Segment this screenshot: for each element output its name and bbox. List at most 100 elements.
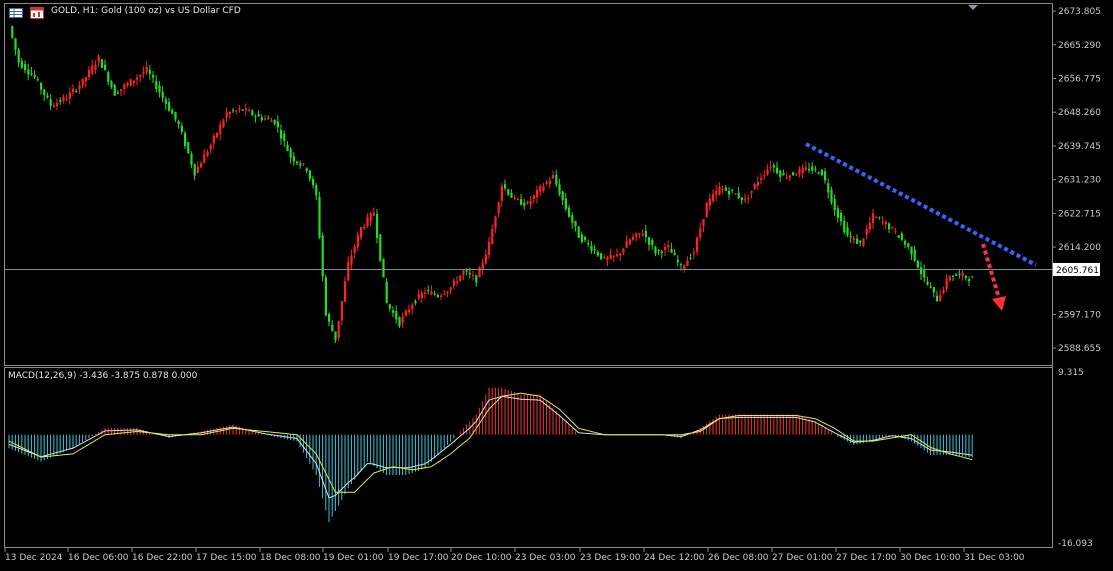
candle-body — [385, 281, 388, 303]
candle-body — [244, 108, 247, 110]
table-grid-icon[interactable] — [9, 8, 23, 18]
candle-body — [36, 79, 39, 81]
candle-body — [209, 144, 212, 150]
candle-body — [651, 240, 654, 245]
candle-body — [174, 111, 177, 120]
candle-body — [62, 96, 65, 101]
candle-body — [104, 64, 107, 70]
candle-body — [632, 236, 635, 241]
time-tick-label: 30 Dec 10:00 — [900, 553, 961, 563]
candle-body — [824, 171, 827, 181]
candle-body — [702, 219, 705, 227]
candle-body — [804, 167, 807, 170]
candle-body — [526, 201, 529, 204]
candle-body — [222, 120, 225, 127]
candle-body — [628, 239, 631, 245]
candle-body — [968, 279, 971, 282]
candle-body — [686, 260, 689, 266]
candle-body — [792, 172, 795, 175]
candle-body — [488, 241, 491, 255]
candle-body — [776, 167, 779, 173]
candle-body — [401, 316, 404, 324]
candle-body — [219, 124, 222, 134]
time-axis: 13 Dec 2024 16 Dec 06:00 16 Dec 22:00 17 De… — [4, 548, 1025, 563]
candle-body — [817, 172, 820, 175]
candle-body — [100, 59, 103, 68]
candle-body — [580, 234, 583, 242]
candle-body — [811, 166, 814, 171]
candle-body — [139, 74, 142, 77]
candle-body — [91, 65, 94, 74]
time-tick-label: 19 Dec 17:00 — [388, 553, 449, 563]
candle-body — [203, 154, 206, 164]
candle-body — [916, 260, 919, 268]
candle-body — [72, 88, 75, 93]
macd-line — [8, 395, 973, 499]
candle-body — [843, 220, 846, 233]
candle-body — [276, 121, 279, 128]
price-tick-label: 2622.715 — [1058, 209, 1101, 219]
candle-body — [660, 251, 663, 253]
candle-body — [964, 275, 967, 278]
candle-body — [388, 304, 391, 309]
candle-body — [280, 129, 283, 139]
time-tick-label: 19 Dec 01:00 — [323, 553, 384, 563]
trend-line[interactable] — [805, 142, 1037, 267]
candle-body — [65, 99, 68, 101]
candle-body — [148, 69, 151, 74]
forecast-arrow-shaft[interactable] — [981, 243, 1001, 299]
candle-body — [539, 185, 542, 192]
candle-body — [120, 89, 123, 92]
candle-body — [404, 310, 407, 316]
candle-body — [932, 287, 935, 293]
candle-body — [750, 190, 753, 194]
candle-body — [865, 229, 868, 235]
chart-canvas[interactable]: 2673.805 2665.290 2656.775 2648.260 2639.745… — [0, 0, 1113, 571]
candle-body — [27, 69, 30, 75]
candlestick-series — [11, 25, 974, 344]
macd-tick-label: -16.093 — [1058, 539, 1093, 549]
scroll-marker-icon[interactable] — [968, 5, 978, 10]
candle-body — [872, 213, 875, 223]
candle-body — [177, 121, 180, 125]
candle-body — [763, 175, 766, 177]
candle-body — [868, 222, 871, 230]
candle-body — [232, 110, 235, 112]
candle-body — [142, 72, 145, 74]
candle-body — [923, 270, 926, 278]
candle-body — [152, 75, 155, 78]
candle-body — [289, 149, 292, 158]
candle-body — [884, 221, 887, 225]
candle-body — [216, 132, 219, 138]
window-chart-icon[interactable] — [30, 7, 44, 19]
candle-body — [600, 253, 603, 260]
candle-body — [801, 167, 804, 174]
candle-body — [945, 278, 948, 289]
candle-body — [625, 241, 628, 248]
candle-body — [113, 84, 116, 96]
candle-body — [500, 185, 503, 202]
candle-body — [705, 202, 708, 218]
candle-body — [33, 74, 36, 78]
candle-body — [171, 109, 174, 114]
candle-body — [420, 293, 423, 299]
candle-body — [955, 274, 958, 276]
candle-body — [81, 78, 84, 86]
candle-body — [939, 295, 942, 302]
time-tick-label: 16 Dec 22:00 — [132, 553, 193, 563]
candle-body — [472, 275, 475, 277]
price-tick-label: 2639.745 — [1058, 142, 1101, 152]
candle-body — [680, 264, 683, 266]
candle-body — [840, 212, 843, 222]
candle-body — [372, 212, 375, 216]
candle-body — [456, 281, 459, 283]
candle-body — [11, 26, 14, 38]
candle-body — [721, 188, 724, 191]
candle-body — [507, 189, 510, 195]
candle-body — [718, 186, 721, 195]
candle-body — [846, 227, 849, 236]
candle-body — [881, 221, 884, 223]
candle-body — [795, 174, 798, 176]
candle-body — [366, 217, 369, 227]
price-tick-label: 2665.290 — [1058, 41, 1101, 51]
